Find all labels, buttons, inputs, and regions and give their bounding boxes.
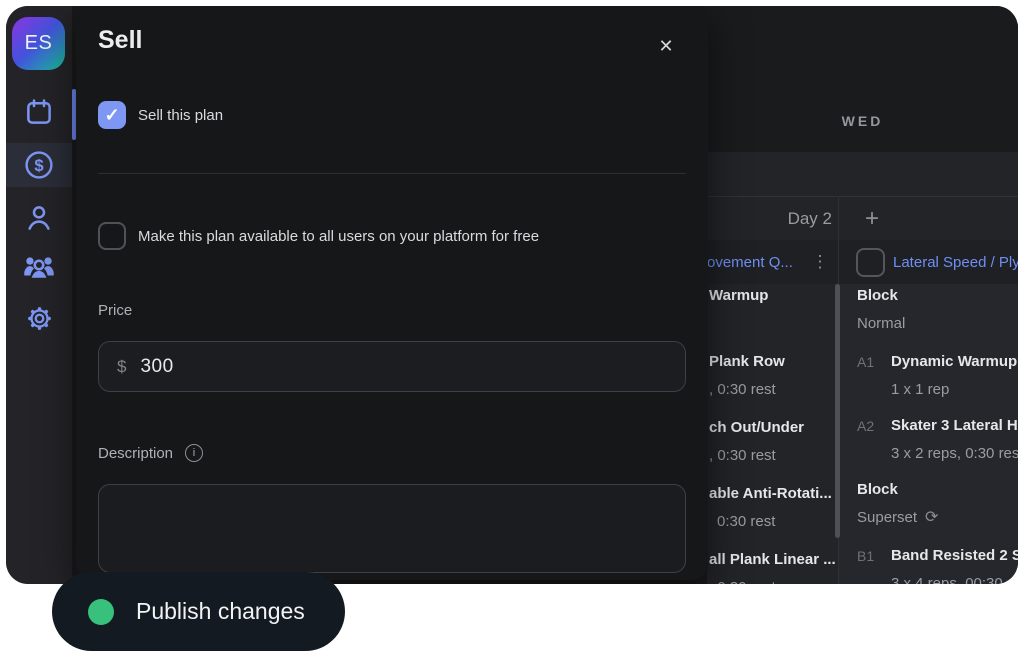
list-item[interactable]: Warmup [707,286,838,350]
avatar[interactable]: ES [12,17,65,70]
sidebar-item-settings[interactable] [6,296,72,340]
workout-link[interactable]: Lateral Speed / Plyo [893,254,1018,271]
sidebar: ES $ [6,6,72,584]
free-plan-label: Make this plan available to all users on… [138,228,539,245]
price-value: 300 [140,356,173,378]
sell-plan-label: Sell this plan [138,107,223,124]
workout-select-checkbox[interactable] [856,248,885,277]
sell-plan-row: ✓ Sell this plan [98,101,223,129]
list-item[interactable]: Plank Row , 0:30 rest [707,352,838,416]
sidebar-item-clients[interactable] [6,196,72,240]
sell-plan-checkbox[interactable]: ✓ [98,101,126,129]
day-row: Day 2 + [707,196,1018,240]
modal-title: Sell [98,26,142,55]
svg-text:$: $ [34,156,44,175]
workout-title-left: ovement Q... ⋮ [707,240,838,284]
exercise-row[interactable]: A2 Skater 3 Lateral Hop 3 x 2 reps, 0:30… [839,414,1018,478]
sidebar-item-calendar[interactable] [6,90,72,134]
workout-link[interactable]: ovement Q... [707,254,793,271]
day-label: Day 2 [788,197,832,241]
superset-cycle-icon: ⟳ [925,509,938,526]
screenshot-stage: WED Day 2 + ovement Q... ⋮ Warmup [0,0,1024,665]
description-label: Description [98,445,173,462]
exercise-row[interactable]: B1 Band Resisted 2 Step 3 x 4 reps, 00:3… [839,544,1018,584]
description-textarea[interactable] [98,484,686,573]
sidebar-item-teams[interactable] [6,245,72,289]
people-group-icon [22,250,56,284]
sidebar-item-sell[interactable]: $ [6,143,72,187]
exercise-tag: B1 [857,546,891,584]
exercise-tag: A2 [857,416,891,478]
add-day-button[interactable]: + [850,197,894,241]
close-icon[interactable]: ✕ [652,32,680,60]
info-icon: i [185,444,203,462]
column-scrollbar[interactable] [835,284,840,538]
workout-column-left: ovement Q... ⋮ Warmup Plank Row , 0:30 r… [707,240,838,584]
app-window: WED Day 2 + ovement Q... ⋮ Warmup [6,6,1018,584]
list-item[interactable]: ch Out/Under , 0:30 rest [707,418,838,482]
publish-changes-button[interactable]: Publish changes [52,572,345,651]
divider [98,173,686,174]
description-label-row: Description i [98,444,203,462]
person-icon [24,203,54,233]
workout-column-right: Lateral Speed / Plyo Block Normal A1 Dyn… [839,240,1018,584]
free-plan-row: Make this plan available to all users on… [98,222,539,250]
exercise-tag: A1 [857,352,891,414]
price-input[interactable]: $ 300 [98,341,686,392]
block-header[interactable]: Block Superset⟳ [839,480,1018,544]
kebab-menu-icon[interactable]: ⋮ [810,246,830,278]
publish-status-dot [88,599,114,625]
currency-symbol: $ [117,357,126,377]
workout-board: WED Day 2 + ovement Q... ⋮ Warmup [707,6,1018,584]
exercise-row[interactable]: A1 Dynamic Warmup 1 x 1 rep [839,350,1018,414]
workout-title-right: Lateral Speed / Plyo [839,240,1018,284]
dollar-circle-icon: $ [23,149,55,181]
list-item[interactable]: able Anti-Rotati... 0:30 rest [707,484,838,548]
gear-icon [25,304,54,333]
free-plan-checkbox[interactable] [98,222,126,250]
weekday-header: WED [707,90,1018,152]
list-item[interactable]: all Plank Linear ... , 0:30 rest [707,550,838,584]
sell-modal: Sell ✕ ✓ Sell this plan Make this plan a… [76,6,708,580]
price-label: Price [98,302,132,319]
calendar-icon [24,97,54,127]
publish-changes-label: Publish changes [136,598,305,625]
block-header[interactable]: Block Normal [839,286,1018,350]
